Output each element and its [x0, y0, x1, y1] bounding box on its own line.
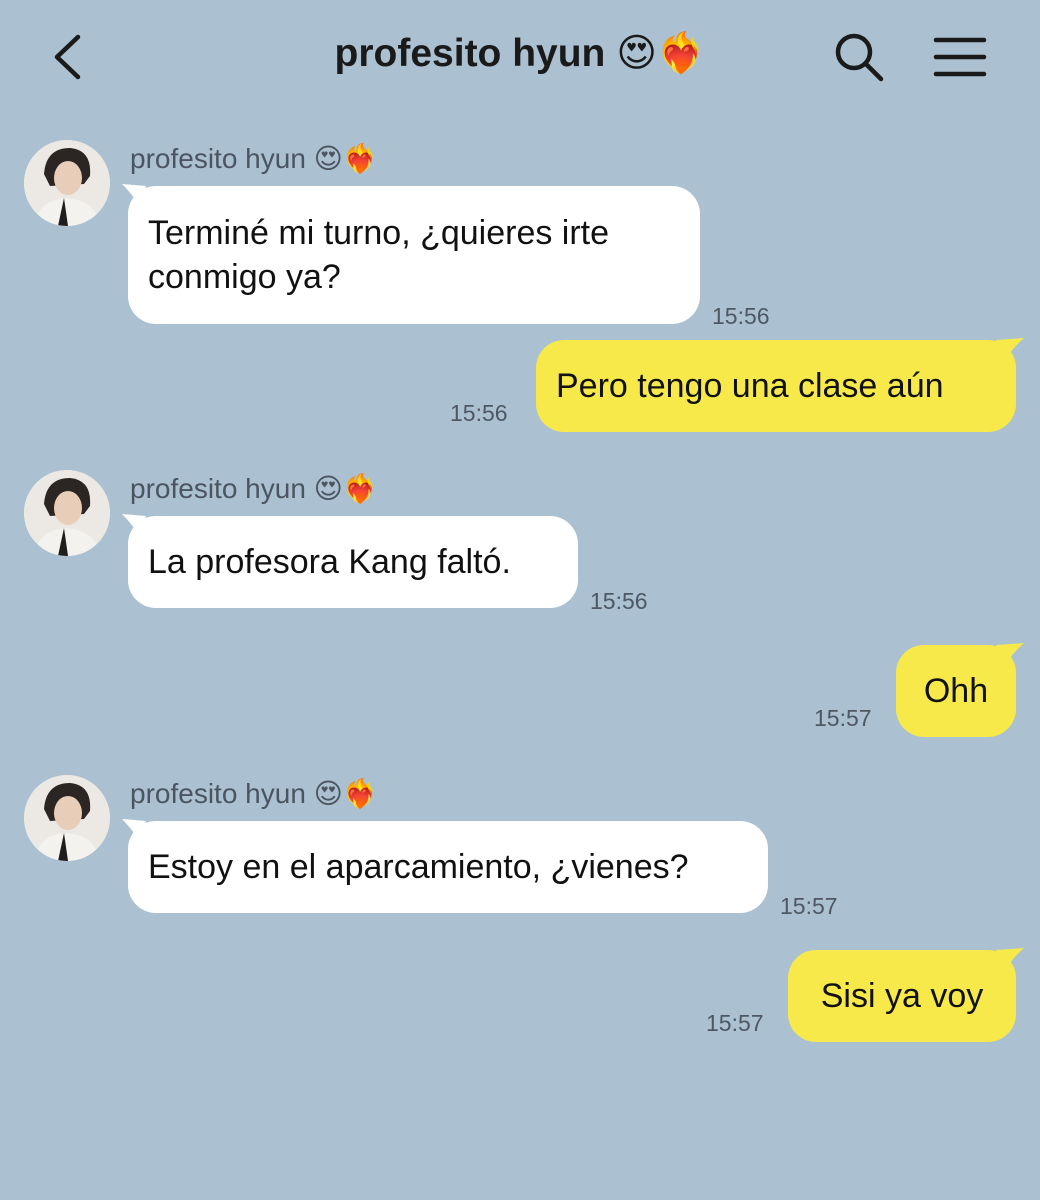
chat-title: profesito hyun 😍❤️‍🔥 — [200, 30, 840, 76]
menu-icon — [933, 37, 987, 77]
avatar-photo — [24, 775, 110, 861]
message-bubble-incoming[interactable]: La profesora Kang faltó. — [128, 516, 578, 608]
back-button[interactable] — [40, 28, 94, 86]
sender-name-emojis: 😍❤️‍🔥 — [313, 142, 378, 175]
sender-name-text: profesito hyun — [130, 143, 306, 174]
sender-name: profesito hyun 😍❤️‍🔥 — [130, 472, 378, 505]
message-bubble-outgoing[interactable]: Pero tengo una clase aún — [536, 340, 1016, 432]
message-text: Terminé mi turno, ¿quieres irte conmigo … — [148, 214, 610, 296]
bubble-tail — [996, 643, 1024, 669]
sender-name-text: profesito hyun — [130, 778, 306, 809]
avatar-photo — [24, 140, 110, 226]
avatar[interactable] — [24, 775, 110, 861]
sender-name-emojis: 😍❤️‍🔥 — [313, 472, 378, 505]
chat-title-text: profesito hyun — [334, 32, 606, 75]
sender-name-text: profesito hyun — [130, 473, 306, 504]
sender-name: profesito hyun 😍❤️‍🔥 — [130, 777, 378, 810]
message-bubble-incoming[interactable]: Terminé mi turno, ¿quieres irte conmigo … — [128, 186, 700, 324]
search-button[interactable] — [832, 30, 886, 84]
message-text: Pero tengo una clase aún — [556, 367, 944, 405]
chat-header: profesito hyun 😍❤️‍🔥 — [0, 0, 1040, 110]
back-arrow-icon — [54, 34, 81, 80]
avatar-photo — [24, 470, 110, 556]
message-time: 15:56 — [450, 400, 508, 426]
message-bubble-outgoing[interactable]: Sisi ya voy — [788, 950, 1016, 1042]
message-time: 15:57 — [780, 893, 838, 919]
message-time: 15:57 — [814, 705, 872, 731]
avatar[interactable] — [24, 470, 110, 556]
sender-name: profesito hyun 😍❤️‍🔥 — [130, 142, 378, 175]
message-text: Estoy en el aparcamiento, ¿vienes? — [148, 848, 689, 886]
avatar[interactable] — [24, 140, 110, 226]
message-time: 15:56 — [590, 588, 648, 614]
message-text: Ohh — [923, 672, 989, 710]
menu-button[interactable] — [928, 30, 992, 84]
bubble-tail — [996, 338, 1024, 364]
chat-title-emojis: 😍❤️‍🔥 — [616, 31, 706, 76]
message-time: 15:57 — [706, 1010, 764, 1036]
message-text: La profesora Kang faltó. — [148, 543, 511, 581]
search-icon — [835, 33, 884, 82]
message-bubble-incoming[interactable]: Estoy en el aparcamiento, ¿vienes? — [128, 821, 768, 913]
message-text: Sisi ya voy — [820, 977, 984, 1015]
bubble-tail — [996, 948, 1024, 974]
sender-name-emojis: 😍❤️‍🔥 — [313, 777, 378, 810]
message-time: 15:56 — [712, 303, 770, 329]
